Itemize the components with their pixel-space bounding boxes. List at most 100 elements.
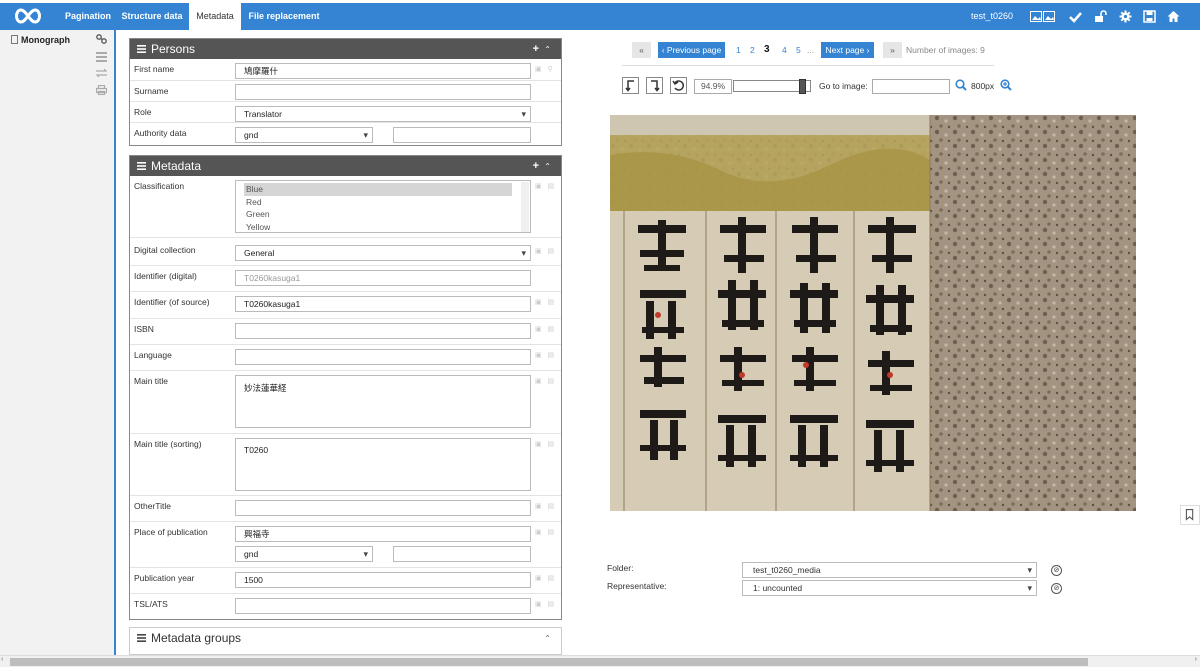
classification-listbox[interactable]: Blue Red Green Yellow (235, 180, 531, 233)
images-icon[interactable] (1030, 10, 1056, 23)
save-icon[interactable] (1143, 10, 1156, 23)
current-page: 3 (764, 44, 770, 55)
copy-icon[interactable]: ▣ ▤ (535, 351, 557, 359)
metadata-groups-header[interactable]: Metadata groups ⌃ (130, 628, 561, 648)
metadata-title: Metadata (151, 159, 202, 173)
folder-confirm-icon[interactable]: ⊘ (1051, 565, 1062, 576)
first-name-field[interactable]: 鳩摩羅什 (235, 63, 531, 79)
authority-select[interactable]: gnd (235, 127, 373, 143)
identifier-source-label: Identifier (of source) (134, 297, 210, 307)
scroll-left-icon[interactable]: ‹ (1, 656, 3, 663)
copy-icon[interactable]: ▣ ▤ (535, 600, 557, 608)
main-title-textarea[interactable]: 妙法蓮華経 (235, 375, 531, 428)
reset-rotation-button[interactable] (670, 77, 687, 94)
unlock-icon[interactable] (1094, 10, 1107, 23)
place-authority-id-field[interactable] (393, 546, 531, 562)
listbox-scrollbar[interactable] (521, 182, 529, 232)
check-icon[interactable] (1069, 10, 1082, 23)
main-title-row: Main title 妙法蓮華経 ▣ ▤ (130, 371, 561, 434)
list-icon[interactable] (96, 52, 107, 62)
year-field[interactable]: 1500 (235, 572, 531, 588)
copy-icon[interactable]: ▣ ▤ (535, 377, 557, 385)
infinity-logo-icon[interactable] (13, 8, 43, 24)
process-title: test_t0260 (971, 11, 1014, 21)
previous-page-button[interactable]: ‹ Previous page (658, 42, 725, 58)
authority-id-field[interactable] (393, 127, 531, 143)
option-blue[interactable]: Blue (244, 183, 512, 196)
page-link-5[interactable]: 5 (796, 42, 801, 58)
main-title-sorting-textarea[interactable]: T0260 (235, 438, 531, 491)
scroll-right-icon[interactable]: › (1195, 656, 1197, 663)
first-page-button[interactable]: « (632, 42, 651, 58)
zoom-slider[interactable] (733, 79, 811, 94)
go-to-image-field[interactable] (872, 79, 950, 94)
copy-icon[interactable]: ▣ ▤ (535, 182, 557, 190)
other-title-field[interactable] (235, 500, 531, 516)
copy-icon[interactable]: ▣ ▤ (535, 298, 557, 306)
copy-icon[interactable]: ▣ ▤ (535, 502, 557, 510)
role-select[interactable]: Translator (235, 106, 531, 122)
tree-item-label: Monograph (21, 35, 70, 45)
metadata-groups-panel: Metadata groups ⌃ (129, 627, 562, 655)
menu-icon[interactable] (137, 634, 146, 642)
scrollbar-thumb[interactable] (10, 658, 1088, 666)
isbn-field[interactable] (235, 323, 531, 339)
link-icon[interactable] (96, 34, 107, 44)
undo-icon (672, 80, 684, 91)
collapse-icon[interactable]: ⌃ (544, 157, 551, 177)
collapse-icon[interactable]: ⌃ (544, 629, 551, 649)
tab-file-replacement[interactable]: File replacement (248, 3, 320, 30)
representative-confirm-icon[interactable]: ⊘ (1051, 583, 1062, 594)
language-field[interactable] (235, 349, 531, 365)
digital-collection-label: Digital collection (134, 245, 196, 255)
scanned-page-image[interactable] (610, 115, 1136, 511)
place-authority-select[interactable]: gnd (235, 546, 373, 562)
print-icon[interactable] (96, 85, 107, 95)
option-green[interactable]: Green (244, 208, 512, 221)
identifier-source-field[interactable]: T0260kasuga1 (235, 296, 531, 312)
copy-icon[interactable]: ▣ ▤ (535, 325, 557, 333)
place-field[interactable]: 興福寺 (235, 526, 531, 542)
home-icon[interactable] (1167, 10, 1180, 23)
year-label: Publication year (134, 573, 195, 583)
rotate-left-button[interactable] (622, 77, 639, 94)
zoom-out-icon[interactable] (955, 79, 967, 91)
copy-icon[interactable]: ▣ ▤ (535, 574, 557, 582)
rotate-right-button[interactable] (646, 77, 663, 94)
search-icon[interactable]: ▣ ⚲ (535, 65, 557, 73)
tab-pagination[interactable]: Pagination (62, 3, 114, 30)
digital-collection-row: Digital collection General ▣ ▤ (130, 238, 561, 266)
collapse-icon[interactable]: ⌃ (544, 40, 551, 60)
surname-field[interactable] (235, 84, 531, 100)
page-link-2[interactable]: 2 (750, 42, 755, 58)
zoom-slider-handle[interactable] (799, 79, 806, 94)
zoom-percentage-field[interactable]: 94.9% (694, 79, 732, 94)
zoom-in-icon[interactable] (1000, 79, 1012, 91)
copy-icon[interactable]: ▣ ▤ (535, 528, 557, 536)
document-icon (11, 35, 18, 44)
divider (622, 65, 994, 66)
tab-metadata[interactable]: Metadata (189, 3, 241, 30)
page-link-4[interactable]: 4 (782, 42, 787, 58)
add-person-icon[interactable]: + (533, 39, 539, 59)
option-yellow[interactable]: Yellow (244, 221, 512, 234)
representative-select[interactable]: 1: uncounted (742, 580, 1037, 596)
add-metadata-icon[interactable]: + (533, 156, 539, 176)
horizontal-scrollbar[interactable]: ‹ › (0, 655, 1200, 667)
transfer-icon[interactable] (96, 68, 107, 78)
digital-collection-select[interactable]: General (235, 245, 531, 261)
option-red[interactable]: Red (244, 196, 512, 209)
next-page-button[interactable]: Next page › (821, 42, 874, 58)
bookmark-button[interactable] (1180, 505, 1200, 525)
tsl-field[interactable] (235, 598, 531, 614)
gear-icon[interactable] (1119, 10, 1132, 23)
menu-icon[interactable] (137, 162, 146, 170)
folder-select[interactable]: test_t0260_media (742, 562, 1037, 578)
copy-icon[interactable]: ▣ ▤ (535, 247, 557, 255)
last-page-button[interactable]: » (883, 42, 902, 58)
tab-structure-data[interactable]: Structure data (120, 3, 184, 30)
menu-icon[interactable] (137, 45, 146, 53)
page-link-1[interactable]: 1 (736, 42, 741, 58)
copy-icon[interactable]: ▣ ▤ (535, 440, 557, 448)
tree-item-monograph[interactable]: Monograph (11, 35, 70, 45)
